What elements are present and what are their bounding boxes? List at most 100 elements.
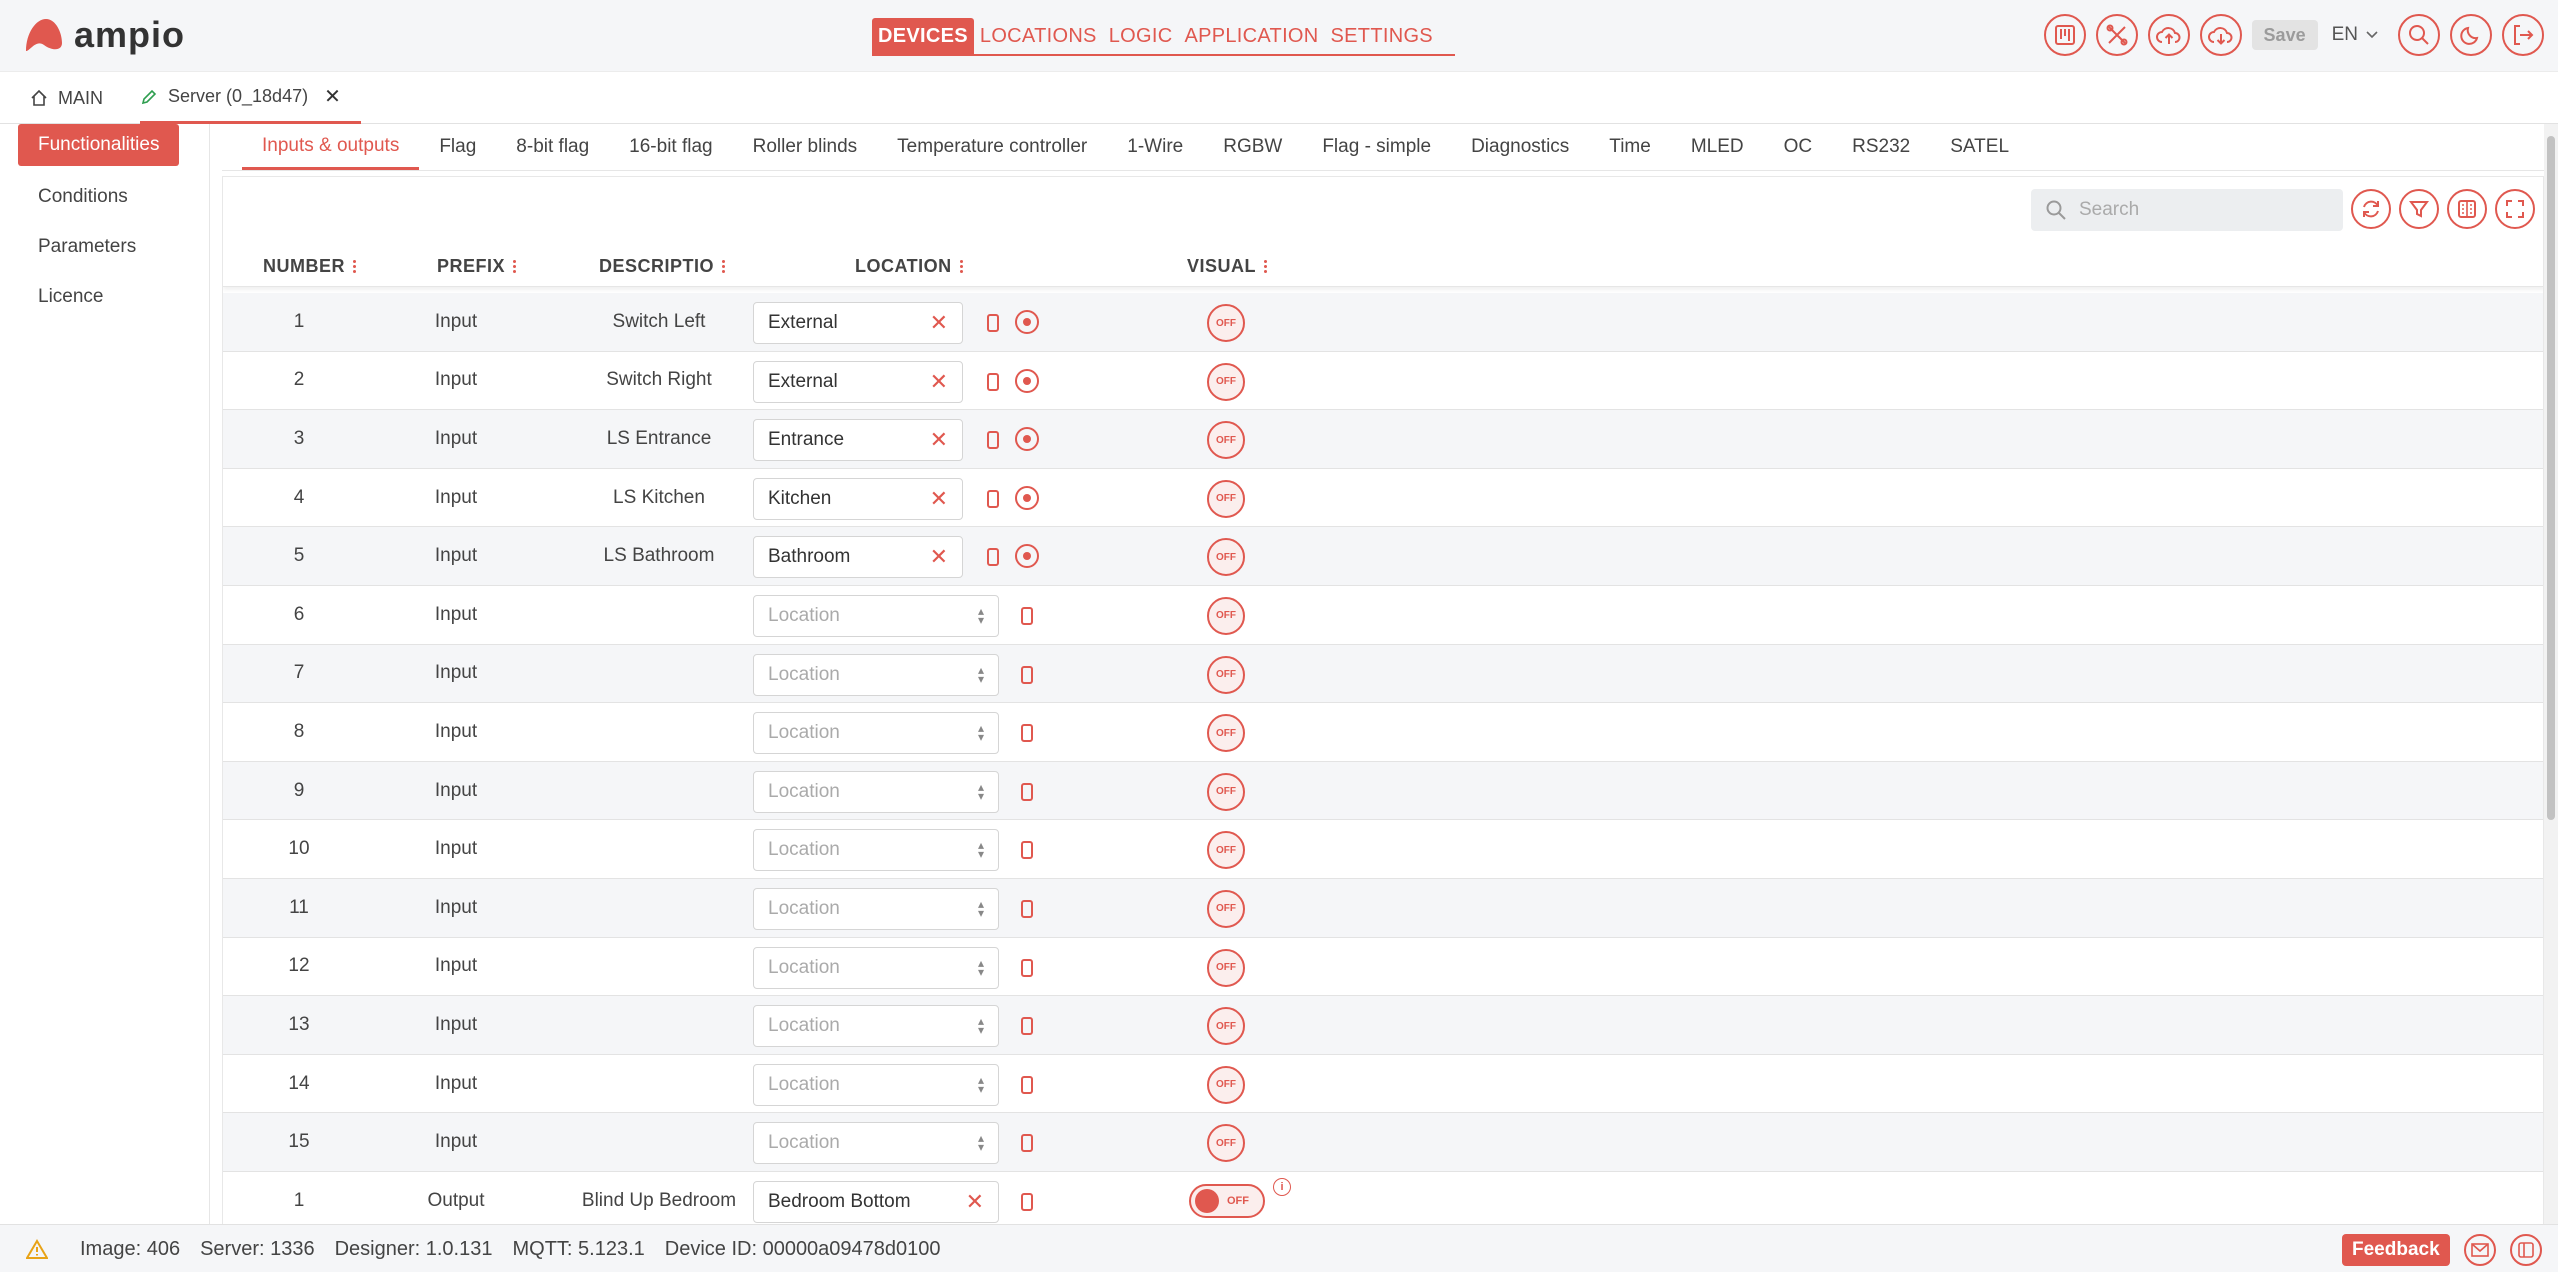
panel-toggle-button[interactable]: [2510, 1234, 2542, 1266]
phone-icon[interactable]: [987, 489, 999, 508]
subtab-rs232[interactable]: RS232: [1832, 124, 1930, 170]
table-row[interactable]: 4 Input LS Kitchen Kitchen ✕ OFF: [223, 468, 2543, 528]
table-row[interactable]: 10 Input Location ▴ ▾ OFF: [223, 820, 2543, 879]
phone-icon[interactable]: [1021, 782, 1033, 801]
nav-locations[interactable]: LOCATIONS: [974, 18, 1103, 54]
ampio-logo[interactable]: ampio: [22, 14, 185, 56]
subtab-satel[interactable]: SATEL: [1930, 124, 2029, 170]
visual-off-button[interactable]: OFF: [1207, 538, 1245, 577]
sidebar-item-licence[interactable]: Licence: [18, 276, 124, 318]
table-row[interactable]: 9 Input Location ▴ ▾ OFF: [223, 761, 2543, 821]
nav-settings[interactable]: SETTINGS: [1325, 18, 1439, 54]
global-search-button[interactable]: [2398, 14, 2440, 56]
location-select[interactable]: Location ▴ ▾: [753, 887, 999, 930]
subtab-1wire[interactable]: 1-Wire: [1107, 124, 1203, 170]
visual-off-button[interactable]: OFF: [1207, 596, 1245, 635]
visual-off-button[interactable]: OFF: [1207, 831, 1245, 870]
subtab-diagnostics[interactable]: Diagnostics: [1451, 124, 1589, 170]
visual-off-button[interactable]: OFF: [1207, 1065, 1245, 1104]
sidebar-item-parameters[interactable]: Parameters: [18, 226, 156, 268]
table-row[interactable]: 2 Input Switch Right External ✕ OFF: [223, 351, 2543, 411]
message-button[interactable]: [2464, 1234, 2496, 1266]
phone-icon[interactable]: [987, 372, 999, 391]
location-field[interactable]: Bathroom ✕: [753, 536, 963, 579]
table-row[interactable]: 14 Input Location ▴ ▾ OFF: [223, 1054, 2543, 1114]
subtab-time[interactable]: Time: [1589, 124, 1671, 170]
subtab-roller-blinds[interactable]: Roller blinds: [733, 124, 878, 170]
info-icon[interactable]: i: [1273, 1177, 1291, 1196]
phone-icon[interactable]: [1021, 724, 1033, 743]
column-number[interactable]: NUMBER: [263, 245, 356, 287]
location-field[interactable]: Bedroom Bottom ✕: [753, 1180, 999, 1223]
board-button[interactable]: [2043, 14, 2086, 56]
location-select[interactable]: Location ▴ ▾: [753, 1122, 999, 1165]
visual-off-button[interactable]: OFF: [1207, 421, 1245, 460]
clear-location-icon[interactable]: ✕: [930, 544, 948, 570]
table-row[interactable]: 5 Input LS Bathroom Bathroom ✕ OFF: [223, 527, 2543, 586]
visual-off-button[interactable]: OFF: [1207, 479, 1245, 518]
visual-off-button[interactable]: OFF: [1207, 772, 1245, 811]
location-select[interactable]: Location ▴ ▾: [753, 653, 999, 696]
column-description[interactable]: DESCRIPTIO: [599, 245, 726, 287]
location-select[interactable]: Location ▴ ▾: [753, 770, 999, 813]
phone-icon[interactable]: [1021, 1192, 1033, 1211]
location-select[interactable]: Location ▴ ▾: [753, 712, 999, 755]
subtab-inputs-outputs[interactable]: Inputs & outputs: [242, 124, 420, 170]
column-prefix[interactable]: PREFIX: [437, 245, 517, 287]
table-row[interactable]: 1 Input Switch Left External ✕ OFF: [223, 293, 2543, 352]
logout-button[interactable]: [2502, 14, 2544, 56]
phone-icon[interactable]: [1021, 1017, 1033, 1036]
sidebar-item-conditions[interactable]: Conditions: [18, 176, 148, 218]
nav-devices[interactable]: DEVICES: [872, 18, 974, 54]
language-select[interactable]: EN: [2328, 24, 2388, 46]
filter-button[interactable]: [2399, 189, 2439, 229]
output-toggle[interactable]: OFF: [1189, 1183, 1265, 1218]
visual-off-button[interactable]: OFF: [1207, 889, 1245, 928]
clear-location-icon[interactable]: ✕: [930, 310, 948, 336]
subtab-16bit-flag[interactable]: 16-bit flag: [609, 124, 732, 170]
column-menu-icon[interactable]: [513, 259, 517, 273]
download-cloud-button[interactable]: [2199, 14, 2242, 56]
tools-button[interactable]: [2095, 14, 2138, 56]
subtab-temperature-controller[interactable]: Temperature controller: [877, 124, 1107, 170]
column-menu-icon[interactable]: [959, 259, 963, 273]
phone-icon[interactable]: [1021, 1134, 1033, 1153]
visual-off-button[interactable]: OFF: [1207, 1007, 1245, 1046]
tab-main[interactable]: MAIN: [30, 72, 103, 124]
subtab-rgbw[interactable]: RGBW: [1203, 124, 1302, 170]
table-row[interactable]: 7 Input Location ▴ ▾ OFF: [223, 644, 2543, 704]
feedback-button[interactable]: Feedback: [2342, 1234, 2450, 1266]
phone-icon[interactable]: [1021, 841, 1033, 860]
table-row[interactable]: 12 Input Location ▴ ▾ OFF: [223, 937, 2543, 997]
warning-icon[interactable]: [26, 1239, 48, 1259]
location-field[interactable]: External ✕: [753, 302, 963, 344]
column-visual[interactable]: VISUAL: [1187, 245, 1268, 287]
target-icon[interactable]: [1015, 427, 1039, 452]
visual-off-button[interactable]: OFF: [1207, 655, 1245, 694]
phone-icon[interactable]: [987, 548, 999, 567]
sidebar-item-functionalities[interactable]: Functionalities: [18, 124, 180, 166]
table-row[interactable]: 11 Input Location ▴ ▾ OFF: [223, 878, 2543, 938]
refresh-button[interactable]: [2351, 189, 2391, 229]
location-select[interactable]: Location ▴ ▾: [753, 1005, 999, 1048]
dark-mode-button[interactable]: [2450, 14, 2492, 56]
target-icon[interactable]: [1015, 485, 1039, 510]
target-icon[interactable]: [1015, 310, 1039, 334]
table-row[interactable]: 15 Input Location ▴ ▾ OFF: [223, 1113, 2543, 1172]
clear-location-icon[interactable]: ✕: [930, 369, 948, 395]
target-icon[interactable]: [1015, 544, 1039, 569]
column-menu-icon[interactable]: [722, 259, 726, 273]
location-field[interactable]: Entrance ✕: [753, 419, 963, 462]
close-icon[interactable]: ✕: [324, 84, 341, 109]
search-input[interactable]: [2079, 199, 2319, 221]
visual-off-button[interactable]: OFF: [1207, 948, 1245, 987]
subtab-flag[interactable]: Flag: [419, 124, 496, 170]
clear-location-icon[interactable]: ✕: [930, 427, 948, 453]
phone-icon[interactable]: [987, 314, 999, 332]
visual-off-button[interactable]: OFF: [1207, 362, 1245, 401]
clear-location-icon[interactable]: ✕: [930, 486, 948, 512]
location-select[interactable]: Location ▴ ▾: [753, 1063, 999, 1106]
phone-icon[interactable]: [987, 431, 999, 450]
clear-location-icon[interactable]: ✕: [966, 1189, 984, 1215]
column-menu-icon[interactable]: [353, 259, 356, 273]
